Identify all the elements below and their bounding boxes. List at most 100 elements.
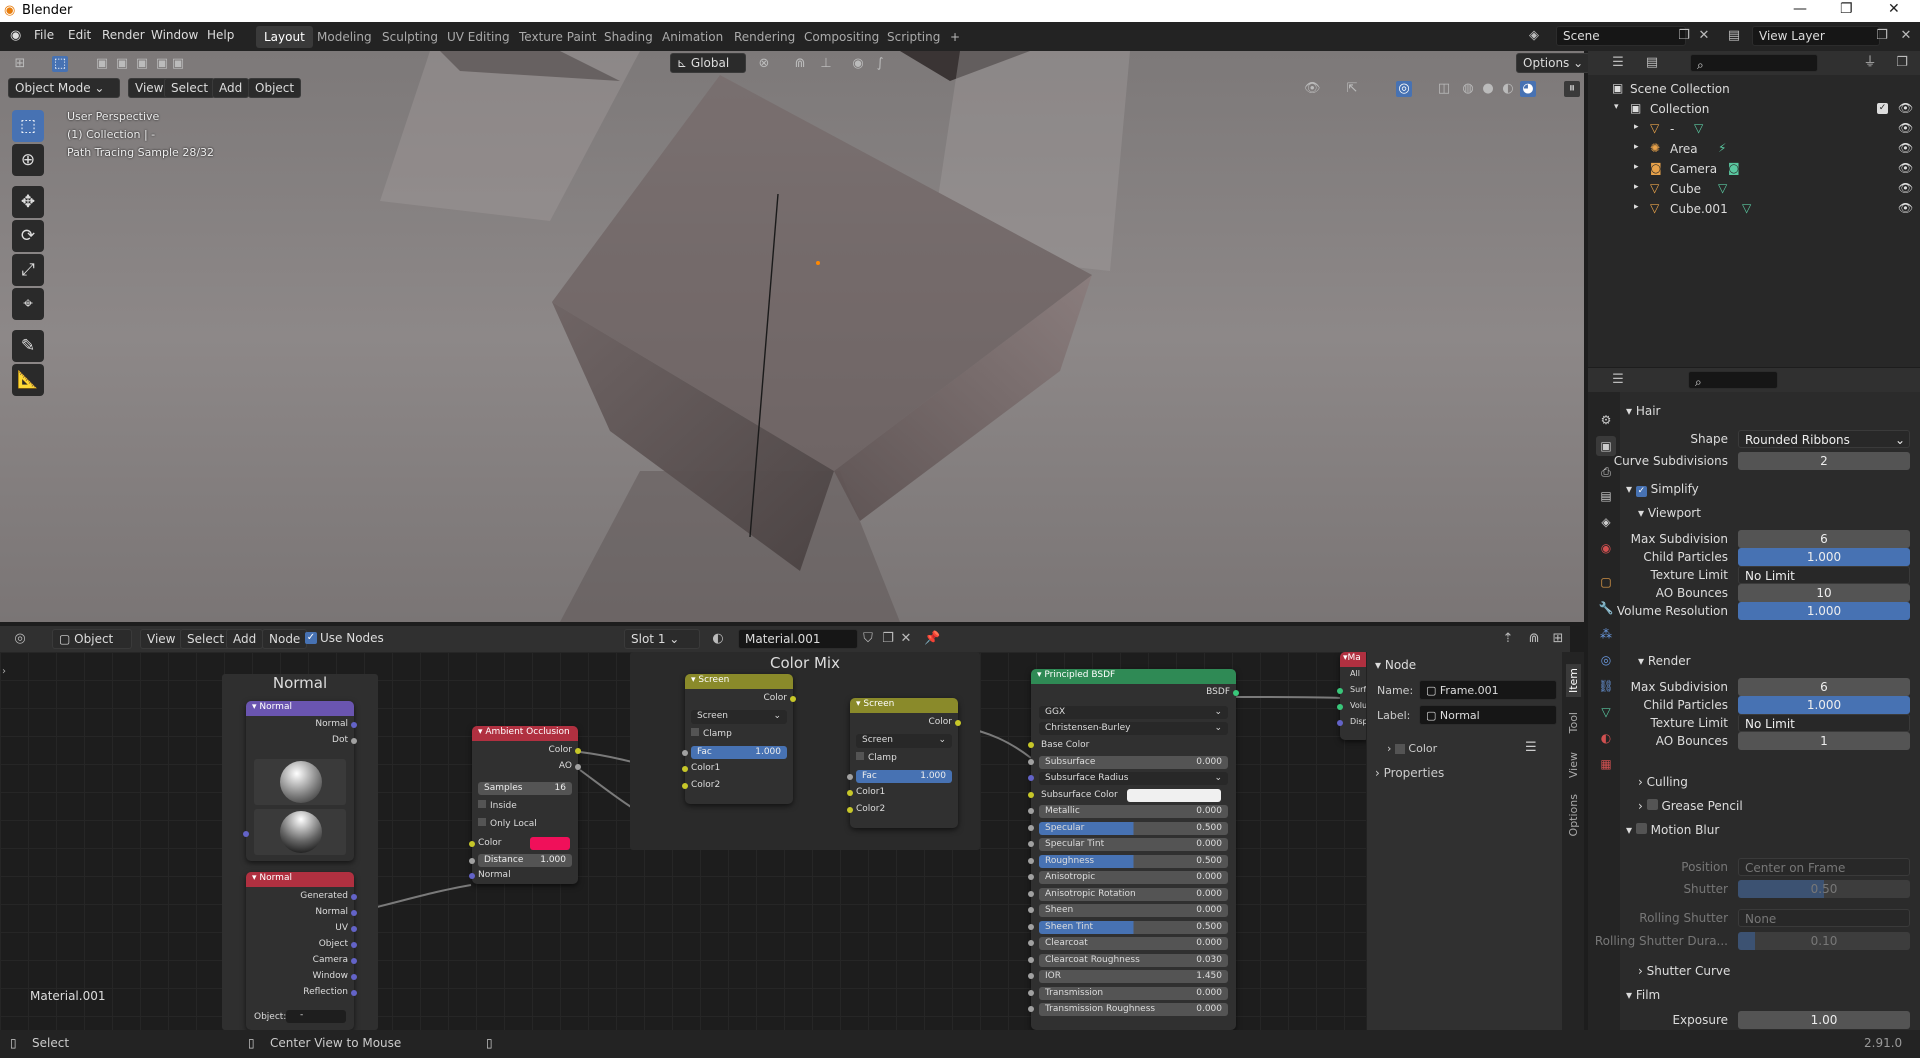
ao-samples-field[interactable]: Samples 16 xyxy=(478,782,572,795)
measure-tool-icon[interactable]: 📐 xyxy=(12,364,44,396)
viewport-menu-select[interactable]: Select xyxy=(164,78,216,98)
socket-displacement-in[interactable] xyxy=(1337,720,1343,726)
socket-bsdf-input[interactable] xyxy=(1028,791,1034,798)
property-field-volume-resolution[interactable]: 1.000 xyxy=(1738,602,1910,620)
socket-bsdf-input[interactable] xyxy=(1028,808,1034,814)
pin-icon[interactable]: 📌 xyxy=(924,631,940,647)
node-menu-select[interactable]: Select xyxy=(180,629,232,649)
socket-texcoord-normal-out[interactable] xyxy=(351,910,357,916)
tab-shading[interactable]: Shading xyxy=(598,28,659,46)
transform-tool-icon[interactable]: ⌖ xyxy=(12,288,44,320)
select-box-icon[interactable]: ⬚ xyxy=(52,56,68,72)
view-layer-field[interactable]: View Layer xyxy=(1752,26,1880,46)
socket-mix1-color2-in[interactable] xyxy=(682,783,688,789)
expand-icon[interactable]: ▸ xyxy=(1634,202,1639,212)
maximize-icon[interactable]: ❐ xyxy=(1840,1,1853,17)
tab-sculpting[interactable]: Sculpting xyxy=(376,28,444,46)
tab-item[interactable]: Item xyxy=(1566,664,1581,698)
socket-reflection-out[interactable] xyxy=(351,990,357,996)
minimize-icon[interactable]: — xyxy=(1793,1,1807,17)
eye-icon[interactable]: 👁 xyxy=(1898,181,1913,195)
exposure-field[interactable]: 1.00 xyxy=(1738,1011,1910,1029)
bsdf-input-ior[interactable]: IOR 1.450 xyxy=(1039,970,1228,983)
tab-compositing[interactable]: Compositing xyxy=(798,28,885,46)
socket-bsdf-out[interactable] xyxy=(1233,690,1239,696)
property-field-max-subdivision[interactable]: 6 xyxy=(1738,678,1910,696)
socket-bsdf-input[interactable] xyxy=(1028,989,1034,996)
particles-tab-icon[interactable]: ⁂ xyxy=(1596,624,1616,644)
selection-mode-extend-icon[interactable]: ▣ xyxy=(114,56,130,72)
socket-bsdf-input[interactable] xyxy=(1028,890,1034,897)
tab-rendering[interactable]: Rendering xyxy=(728,28,801,46)
socket-window-out[interactable] xyxy=(351,974,357,980)
unlink-material-icon[interactable]: ✕ xyxy=(898,631,914,647)
tab-scripting[interactable]: Scripting xyxy=(881,28,946,46)
mix-rgb-node-1[interactable]: ▾ Screen Color Screen ⌄ Clamp Fac 1.000 Co… xyxy=(682,674,796,804)
xray-icon[interactable]: ◫ xyxy=(1436,81,1452,97)
outliner-item-dash[interactable]: ▸ ▽ - ▽ 👁 xyxy=(1588,119,1920,139)
mix2-clamp-checkbox[interactable]: Clamp xyxy=(856,752,952,765)
mix1-fac-field[interactable]: Fac 1.000 xyxy=(691,746,787,759)
viewport-menu-add[interactable]: Add xyxy=(212,78,250,98)
snap-node-icon[interactable]: ⋒ xyxy=(1526,631,1542,647)
bsdf-input-subsurface[interactable]: Subsurface 0.000 xyxy=(1039,755,1228,769)
socket-mix2-color1-in[interactable] xyxy=(847,790,853,796)
new-view-layer-icon[interactable]: ❐ xyxy=(1874,28,1890,44)
subsurface-color-swatch[interactable] xyxy=(1127,788,1221,802)
mode-dropdown[interactable]: Object Mode ⌄ xyxy=(8,78,120,98)
socket-ao-color-out[interactable] xyxy=(575,748,581,754)
bsdf-input-transmission[interactable]: Transmission 0.000 xyxy=(1039,986,1228,1000)
ao-inside-checkbox[interactable]: Inside xyxy=(478,800,572,813)
socket-bsdf-input[interactable] xyxy=(1028,923,1034,930)
move-tool-icon[interactable]: ✥ xyxy=(12,186,44,218)
delete-view-layer-icon[interactable]: ✕ xyxy=(1898,28,1914,44)
collection-checkbox[interactable]: ✓ xyxy=(1877,103,1888,114)
property-field-ao-bounces[interactable]: 1 xyxy=(1738,732,1910,750)
simplify-checkbox[interactable]: ✓ xyxy=(1635,486,1647,497)
transform-orientation-dropdown[interactable]: ⊾ Global xyxy=(670,53,746,73)
socket-bsdf-input[interactable] xyxy=(1028,758,1034,765)
socket-volume-in[interactable] xyxy=(1337,704,1343,710)
socket-normal-out[interactable] xyxy=(351,722,357,728)
socket-mix1-fac-in[interactable] xyxy=(682,750,688,756)
socket-bsdf-input[interactable] xyxy=(1028,940,1034,946)
menu-file[interactable]: File xyxy=(34,28,54,42)
bsdf-input-subsurface-radius[interactable]: Subsurface Radius ⌄ xyxy=(1039,772,1228,785)
socket-bsdf-input[interactable] xyxy=(1028,775,1034,781)
tab-tool[interactable]: Tool xyxy=(1566,708,1581,737)
simplify-viewport-subpanel[interactable]: ▾ Viewport xyxy=(1638,506,1701,520)
simplify-render-subpanel[interactable]: ▾ Render xyxy=(1638,654,1691,668)
bsdf-input-transmission-roughness[interactable]: Transmission Roughness 0.000 xyxy=(1039,1003,1228,1016)
overlay-icon[interactable]: ◎ xyxy=(1396,81,1412,97)
socket-mix2-fac-in[interactable] xyxy=(847,774,853,780)
expand-icon[interactable]: ▸ xyxy=(1634,162,1639,172)
principled-bsdf-node[interactable]: ▾ Principled BSDF BSDF GGX ⌄ Christensen-… xyxy=(1028,669,1239,1030)
bsdf-input-specular[interactable]: Specular 0.500 xyxy=(1039,821,1228,835)
socket-camera-out[interactable] xyxy=(351,958,357,964)
gizmo-icon[interactable]: ⇱ xyxy=(1344,81,1360,97)
menu-render[interactable]: Render xyxy=(102,28,145,42)
socket-surface-in[interactable] xyxy=(1337,688,1343,694)
mb-rolling-duration-field[interactable]: 0.10 xyxy=(1738,932,1910,950)
parent-node-tree-icon[interactable]: ⇡ xyxy=(1500,631,1516,647)
socket-object-out[interactable] xyxy=(351,942,357,948)
culling-subpanel[interactable]: › Culling xyxy=(1638,775,1688,789)
mix2-fac-field[interactable]: Fac 1.000 xyxy=(856,770,952,783)
outliner-collection[interactable]: ▾ ▣ Collection ✓ 👁 xyxy=(1588,99,1920,119)
socket-ao-out[interactable] xyxy=(575,764,581,770)
bsdf-subsurface-method-dropdown[interactable]: Christensen-Burley ⌄ xyxy=(1039,722,1228,735)
shutter-curve-subpanel[interactable]: › Shutter Curve xyxy=(1638,964,1730,978)
node-menu-add[interactable]: Add xyxy=(226,629,264,649)
snap-element-icon[interactable]: ⊞ xyxy=(1550,631,1566,647)
socket-bsdf-input[interactable] xyxy=(1028,824,1034,831)
expand-icon[interactable]: ▾ xyxy=(1614,102,1619,112)
expand-icon[interactable]: ▸ xyxy=(1634,142,1639,152)
pivot-icon[interactable]: ⊗ xyxy=(756,56,772,72)
outliner-item-camera[interactable]: ▸ ◙ Camera ◙ 👁 xyxy=(1588,159,1920,179)
socket-mix2-color2-in[interactable] xyxy=(847,807,853,813)
slot-dropdown[interactable]: Slot 1 ⌄ xyxy=(624,629,700,649)
property-field-max-subdivision[interactable]: 6 xyxy=(1738,530,1910,548)
outliner-type-icon[interactable]: ☰ xyxy=(1610,55,1626,71)
socket-mix2-out[interactable] xyxy=(955,720,961,726)
tab-uv-editing[interactable]: UV Editing xyxy=(441,28,516,46)
